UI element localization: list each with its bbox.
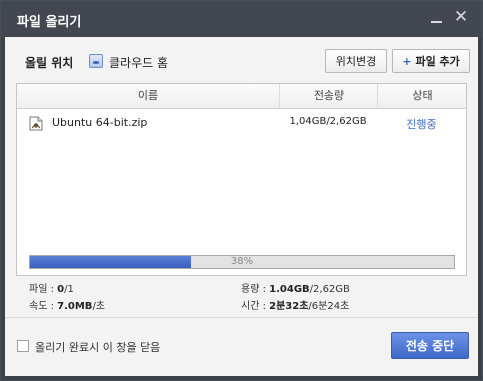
close-on-complete-checkbox[interactable]	[17, 340, 29, 352]
speed-stat-label: 속도 :	[29, 301, 54, 312]
files-stat-label: 파일 :	[29, 284, 54, 295]
window-title: 파일 올리기	[17, 15, 82, 30]
close-on-complete-label[interactable]: 올리기 완료시 이 창을 닫음	[35, 339, 160, 355]
stop-transfer-button[interactable]: 전송 중단	[391, 332, 469, 359]
capacity-stat: 용량 : 1.04GB/2,62GB	[241, 280, 350, 295]
file-status: 진행중	[406, 118, 437, 131]
plus-icon: +	[402, 54, 412, 68]
add-file-label: 파일 추가	[415, 55, 460, 68]
add-file-button[interactable]: + 파일 추가	[392, 49, 470, 73]
speed-stat: 속도 : 7.0MB/초	[29, 297, 105, 312]
speed-stat-unit: /초	[92, 301, 106, 312]
file-table: 이름 전송량 상태 Ubuntu 64-bit.zip 1,04GB/2,62G…	[16, 83, 467, 276]
table-header: 이름 전송량 상태	[17, 84, 466, 109]
cloud-drive-icon	[89, 54, 103, 68]
time-stat-total: /6분24초	[308, 301, 350, 312]
capacity-stat-total: /2,62GB	[309, 284, 350, 295]
upload-window: 파일 올리기 ✕ 올릴 위치 클라우드 홈 위치변경 + 파일 추가 이름 전송…	[0, 0, 483, 381]
stop-transfer-label: 전송 중단	[405, 339, 455, 353]
capacity-stat-label: 용량 :	[241, 284, 266, 295]
file-transfer-amount: 1,04GB/2,62GB	[289, 116, 367, 127]
file-name: Ubuntu 64-bit.zip	[52, 116, 148, 129]
minimize-icon[interactable]	[429, 9, 445, 25]
location-value: 클라우드 홈	[109, 56, 169, 70]
close-icon[interactable]: ✕	[453, 9, 469, 26]
time-stat-label: 시간 :	[241, 301, 266, 312]
files-stat-total: /1	[64, 284, 74, 295]
zip-file-icon	[29, 116, 43, 131]
footer-divider	[5, 317, 478, 318]
column-size-header[interactable]: 전송량	[279, 84, 378, 108]
column-status-header[interactable]: 상태	[377, 84, 467, 108]
change-location-button[interactable]: 위치변경	[325, 49, 387, 73]
window-content: 올릴 위치 클라우드 홈 위치변경 + 파일 추가 이름 전송량 상태 Ubun…	[5, 37, 478, 376]
column-name-header[interactable]: 이름	[17, 84, 279, 108]
progress-percent: 38%	[230, 256, 254, 267]
title-bar[interactable]: 파일 올리기 ✕	[1, 1, 482, 37]
time-stat-value: 2분32초	[269, 301, 309, 312]
table-row[interactable]: Ubuntu 64-bit.zip 1,04GB/2,62GB 진행중	[17, 112, 466, 134]
location-label: 올릴 위치	[25, 56, 74, 70]
speed-stat-value: 7.0MB	[57, 301, 93, 312]
upload-progress-bar: 38%	[29, 255, 455, 269]
time-stat: 시간 : 2분32초/6분24초	[241, 297, 349, 312]
files-stat: 파일 : 0/1	[29, 280, 74, 295]
capacity-stat-value: 1.04GB	[269, 284, 310, 295]
change-location-label: 위치변경	[335, 55, 377, 68]
